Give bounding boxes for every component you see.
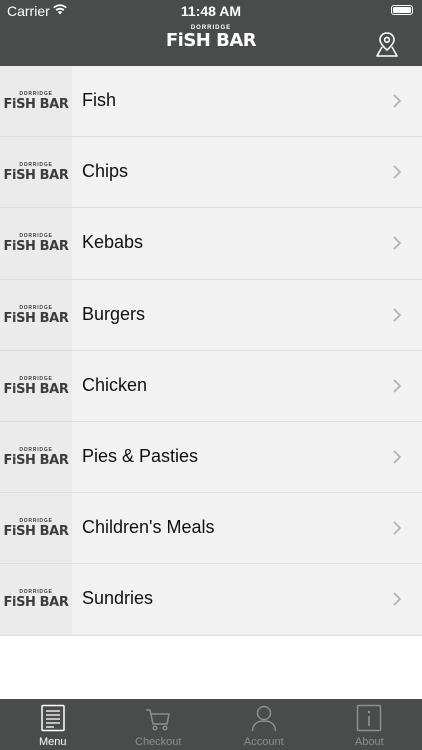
status-bar: Carrier 11:48 AM xyxy=(0,0,422,22)
chevron-right-icon xyxy=(393,165,401,179)
tab-label: Menu xyxy=(38,736,67,748)
category-label: Chips xyxy=(82,161,129,182)
tab-bar: Menu Checkout Account About xyxy=(0,699,422,750)
thumbnail-logo-main: FiSH BAR xyxy=(3,595,69,611)
battery-icon xyxy=(391,5,413,15)
tab-about[interactable]: About xyxy=(317,699,422,750)
map-location-icon[interactable] xyxy=(374,30,400,58)
category-thumbnail-logo: DORRIDGE FiSH BAR xyxy=(0,493,72,564)
thumbnail-logo-main: FiSH BAR xyxy=(3,97,69,112)
cart-icon xyxy=(146,709,170,731)
brand-logo-main: FiSH BAR xyxy=(165,30,257,51)
menu-book-icon xyxy=(41,704,65,732)
category-label: Chicken xyxy=(82,374,148,395)
user-icon xyxy=(251,705,276,732)
menu-category-row[interactable]: DORRIDGE FiSH BAR Chips xyxy=(0,137,422,209)
menu-category-row[interactable]: DORRIDGE FiSH BAR Pies & Pasties xyxy=(0,421,422,494)
status-time: 11:48 AM xyxy=(180,3,242,19)
thumbnail-logo-main: FiSH BAR xyxy=(3,381,69,397)
tab-label: Account xyxy=(243,736,284,748)
chevron-right-icon xyxy=(393,94,401,108)
chevron-right-icon xyxy=(393,308,401,321)
category-thumbnail-logo: DORRIDGE FiSH BAR xyxy=(0,350,72,421)
category-thumbnail-logo: DORRIDGE FiSH BAR xyxy=(0,564,72,635)
tab-account[interactable]: Account xyxy=(211,699,317,750)
chevron-right-icon xyxy=(393,379,401,393)
thumbnail-logo-top: DORRIDGE xyxy=(19,375,53,382)
category-label: Burgers xyxy=(82,303,146,324)
category-label: Sundries xyxy=(82,588,154,609)
chevron-right-icon xyxy=(393,450,401,464)
thumbnail-logo-top: DORRIDGE xyxy=(19,304,53,311)
tab-checkout[interactable]: Checkout xyxy=(106,699,212,750)
category-thumbnail-logo: DORRIDGE FiSH BAR xyxy=(0,66,72,137)
tab-label: Checkout xyxy=(135,736,182,748)
chevron-right-icon xyxy=(393,592,401,606)
category-thumbnail-logo: DORRIDGE FiSH BAR xyxy=(0,421,72,493)
category-label: Kebabs xyxy=(82,232,144,253)
thumbnail-logo-main: FiSH BAR xyxy=(3,452,69,468)
chevron-right-icon xyxy=(393,236,401,250)
thumbnail-logo-main: FiSH BAR xyxy=(3,168,69,184)
menu-category-row[interactable]: DORRIDGE FiSH BAR Sundries xyxy=(0,564,422,636)
category-thumbnail-logo: DORRIDGE FiSH BAR xyxy=(0,279,72,350)
app-header: Carrier 11:48 AM DORRIDGE FiSH BAR xyxy=(0,0,422,66)
tab-menu[interactable]: Menu xyxy=(0,699,106,750)
menu-category-row[interactable]: DORRIDGE FiSH BAR Fish xyxy=(0,66,422,138)
category-label: Pies & Pasties xyxy=(82,445,199,466)
menu-category-row[interactable]: DORRIDGE FiSH BAR Children's Meals xyxy=(0,493,422,565)
menu-category-row[interactable]: DORRIDGE FiSH BAR Burgers xyxy=(0,279,422,351)
menu-category-row[interactable]: DORRIDGE FiSH BAR Chicken xyxy=(0,350,422,422)
tab-label: About xyxy=(354,736,384,748)
category-thumbnail-logo: DORRIDGE FiSH BAR xyxy=(0,137,72,208)
info-icon xyxy=(357,704,382,732)
brand-logo: DORRIDGE FiSH BAR xyxy=(0,25,422,50)
thumbnail-logo-main: FiSH BAR xyxy=(3,310,69,326)
menu-category-row[interactable]: DORRIDGE FiSH BAR Kebabs xyxy=(0,208,422,280)
thumbnail-logo-main: FiSH BAR xyxy=(3,239,69,255)
category-thumbnail-logo: DORRIDGE FiSH BAR xyxy=(0,208,72,279)
chevron-right-icon xyxy=(393,521,401,535)
menu-category-list: DORRIDGE FiSH BAR Fish DORRIDGE FiSH BAR Chip… xyxy=(0,66,422,636)
thumbnail-logo-main: FiSH BAR xyxy=(3,524,69,540)
category-label: Fish xyxy=(82,90,117,110)
category-label: Children's Meals xyxy=(82,517,215,538)
